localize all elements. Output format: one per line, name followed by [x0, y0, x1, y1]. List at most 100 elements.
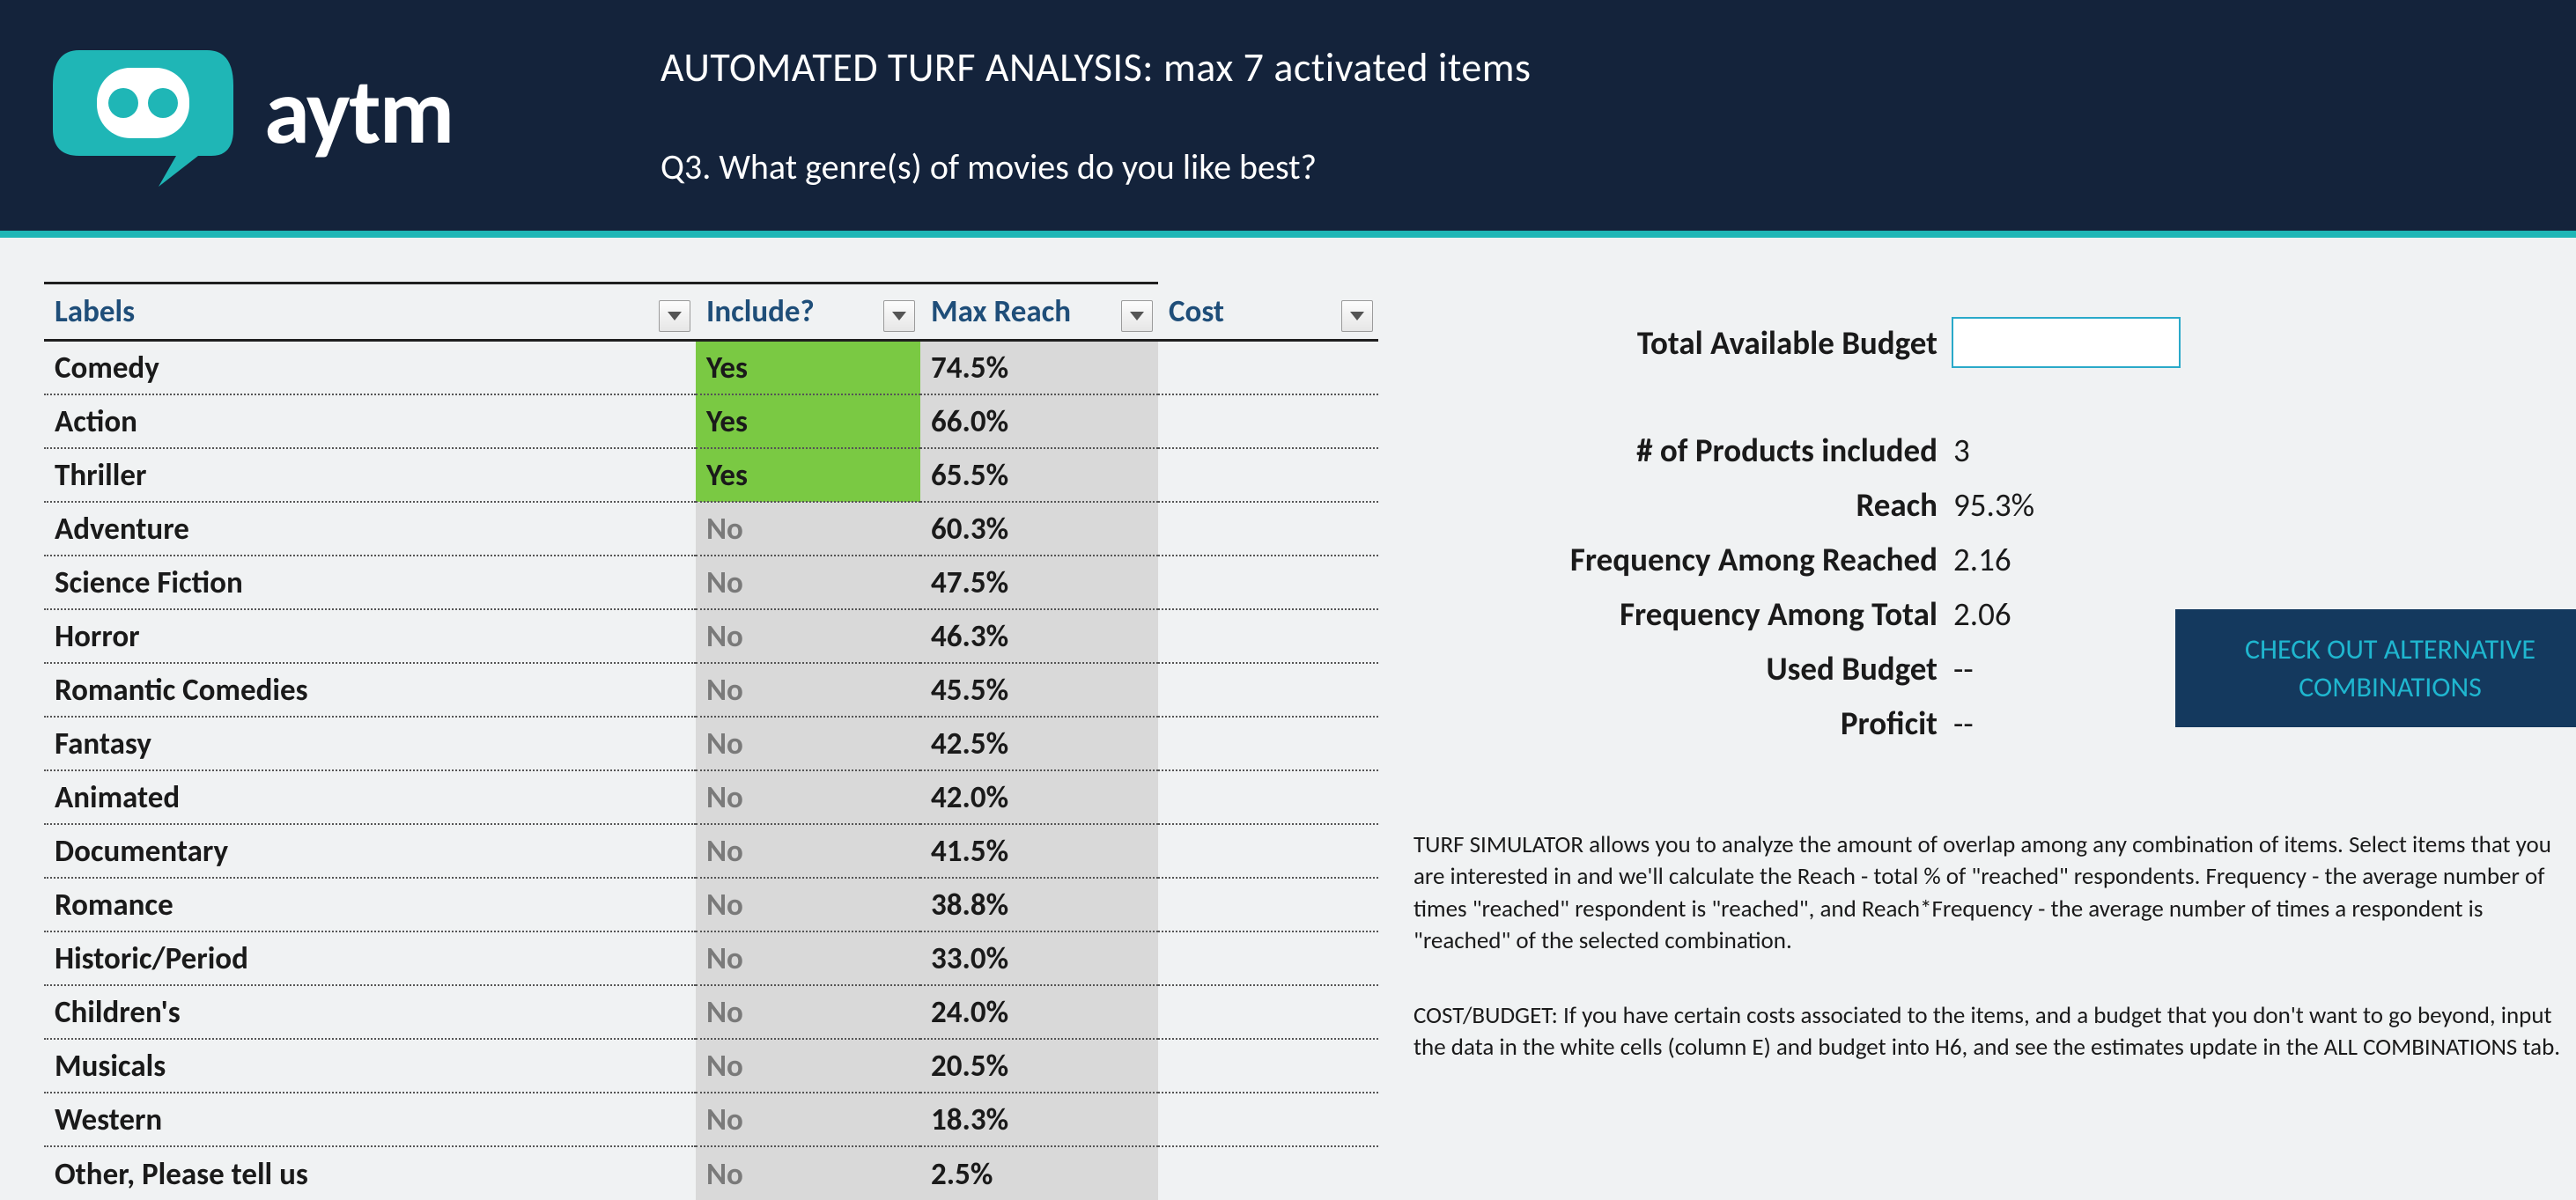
item-cost-cell[interactable]: [1158, 931, 1378, 985]
app-root: aytm AUTOMATED TURF ANALYSIS: max 7 acti…: [0, 0, 2576, 1200]
item-label: Comedy: [44, 341, 696, 394]
item-label: Thriller: [44, 448, 696, 502]
item-include-cell[interactable]: No: [696, 1093, 920, 1146]
item-include-cell[interactable]: Yes: [696, 341, 920, 394]
items-panel: Labels Include? Max Reach: [44, 282, 1378, 1200]
analysis-title: AUTOMATED TURF ANALYSIS: max 7 activated…: [661, 43, 2532, 92]
filter-include-button[interactable]: [883, 300, 915, 332]
item-label: Action: [44, 394, 696, 448]
proficit-label: Proficit: [1413, 703, 1946, 743]
reach-value: 95.3%: [1946, 485, 2175, 525]
item-cost-cell[interactable]: [1158, 502, 1378, 556]
item-cost-cell[interactable]: [1158, 770, 1378, 824]
table-row: RomanceNo38.8%: [44, 878, 1378, 931]
item-cost-cell[interactable]: [1158, 1039, 1378, 1093]
freq-total-label: Frequency Among Total: [1413, 594, 1946, 634]
col-header-reach-text: Max Reach: [931, 293, 1071, 330]
table-row: ThrillerYes65.5%: [44, 448, 1378, 502]
item-reach: 46.3%: [920, 609, 1158, 663]
item-include-cell[interactable]: No: [696, 502, 920, 556]
item-label: Documentary: [44, 824, 696, 878]
item-cost-cell[interactable]: [1158, 717, 1378, 770]
item-include-cell[interactable]: No: [696, 878, 920, 931]
reach-label: Reach: [1413, 485, 1946, 525]
item-reach: 38.8%: [920, 878, 1158, 931]
item-cost-cell[interactable]: [1158, 824, 1378, 878]
item-label: Horror: [44, 609, 696, 663]
filter-labels-button[interactable]: [659, 300, 690, 332]
item-reach: 41.5%: [920, 824, 1158, 878]
item-cost-cell[interactable]: [1158, 609, 1378, 663]
item-cost-cell[interactable]: [1158, 878, 1378, 931]
item-cost-cell[interactable]: [1158, 985, 1378, 1039]
item-reach: 74.5%: [920, 341, 1158, 394]
item-cost-cell[interactable]: [1158, 448, 1378, 502]
col-header-cost-text: Cost: [1169, 293, 1224, 330]
item-reach: 24.0%: [920, 985, 1158, 1039]
table-row: Romantic ComediesNo45.5%: [44, 663, 1378, 717]
item-label: Historic/Period: [44, 931, 696, 985]
filter-cost-button[interactable]: [1341, 300, 1373, 332]
freq-reached-label: Frequency Among Reached: [1413, 540, 1946, 579]
total-budget-input[interactable]: [1952, 317, 2181, 368]
item-cost-cell[interactable]: [1158, 394, 1378, 448]
content: Labels Include? Max Reach: [0, 238, 2576, 1200]
item-cost-cell[interactable]: [1158, 341, 1378, 394]
used-budget-value: --: [1946, 649, 2175, 688]
item-include-cell[interactable]: No: [696, 663, 920, 717]
stat-reach: Reach 95.3%: [1413, 477, 2561, 532]
col-header-labels-text: Labels: [55, 293, 135, 330]
item-reach: 42.5%: [920, 717, 1158, 770]
table-row: Other, Please tell usNo2.5%: [44, 1146, 1378, 1200]
item-label: Romance: [44, 878, 696, 931]
stat-freq-reached: Frequency Among Reached 2.16: [1413, 532, 2561, 586]
item-include-cell[interactable]: No: [696, 609, 920, 663]
item-reach: 60.3%: [920, 502, 1158, 556]
header-titles: AUTOMATED TURF ANALYSIS: max 7 activated…: [661, 36, 2532, 188]
used-budget-label: Used Budget: [1413, 649, 1946, 688]
brand-name: aytm: [264, 55, 453, 168]
stat-products: # of Products included 3: [1413, 423, 2561, 477]
item-reach: 45.5%: [920, 663, 1158, 717]
item-reach: 18.3%: [920, 1093, 1158, 1146]
filter-reach-button[interactable]: [1121, 300, 1153, 332]
item-reach: 66.0%: [920, 394, 1158, 448]
item-include-cell[interactable]: Yes: [696, 448, 920, 502]
item-reach: 65.5%: [920, 448, 1158, 502]
item-include-cell[interactable]: Yes: [696, 394, 920, 448]
brand-logo: aytm: [44, 33, 661, 191]
aytm-logo-icon: [44, 33, 238, 191]
item-include-cell[interactable]: No: [696, 770, 920, 824]
item-include-cell[interactable]: No: [696, 985, 920, 1039]
item-cost-cell[interactable]: [1158, 1093, 1378, 1146]
item-reach: 20.5%: [920, 1039, 1158, 1093]
item-include-cell[interactable]: No: [696, 556, 920, 609]
proficit-value: --: [1946, 703, 2175, 743]
item-label: Adventure: [44, 502, 696, 556]
item-cost-cell[interactable]: [1158, 663, 1378, 717]
products-label: # of Products included: [1413, 431, 1946, 470]
col-header-labels: Labels: [44, 283, 696, 341]
item-label: Animated: [44, 770, 696, 824]
item-label: Science Fiction: [44, 556, 696, 609]
item-include-cell[interactable]: No: [696, 1146, 920, 1200]
items-table: Labels Include? Max Reach: [44, 282, 1378, 1200]
table-row: ComedyYes74.5%: [44, 341, 1378, 394]
item-include-cell[interactable]: No: [696, 1039, 920, 1093]
item-include-cell[interactable]: No: [696, 717, 920, 770]
stat-used-budget: Used Budget -- CHECK OUT ALTERNATIVE COM…: [1413, 641, 2561, 696]
summary-panel: Total Available Budget # of Products inc…: [1413, 282, 2561, 1200]
item-cost-cell[interactable]: [1158, 556, 1378, 609]
col-header-cost: Cost: [1158, 283, 1378, 341]
item-include-cell[interactable]: No: [696, 824, 920, 878]
item-label: Fantasy: [44, 717, 696, 770]
table-row: Science FictionNo47.5%: [44, 556, 1378, 609]
item-cost-cell[interactable]: [1158, 1146, 1378, 1200]
alternative-combinations-button[interactable]: CHECK OUT ALTERNATIVE COMBINATIONS: [2175, 609, 2576, 727]
header: aytm AUTOMATED TURF ANALYSIS: max 7 acti…: [0, 0, 2576, 238]
item-label: Romantic Comedies: [44, 663, 696, 717]
item-include-cell[interactable]: No: [696, 931, 920, 985]
table-row: WesternNo18.3%: [44, 1093, 1378, 1146]
description-block: TURF SIMULATOR allows you to analyze the…: [1413, 829, 2561, 1064]
total-budget-label: Total Available Budget: [1413, 323, 1946, 363]
